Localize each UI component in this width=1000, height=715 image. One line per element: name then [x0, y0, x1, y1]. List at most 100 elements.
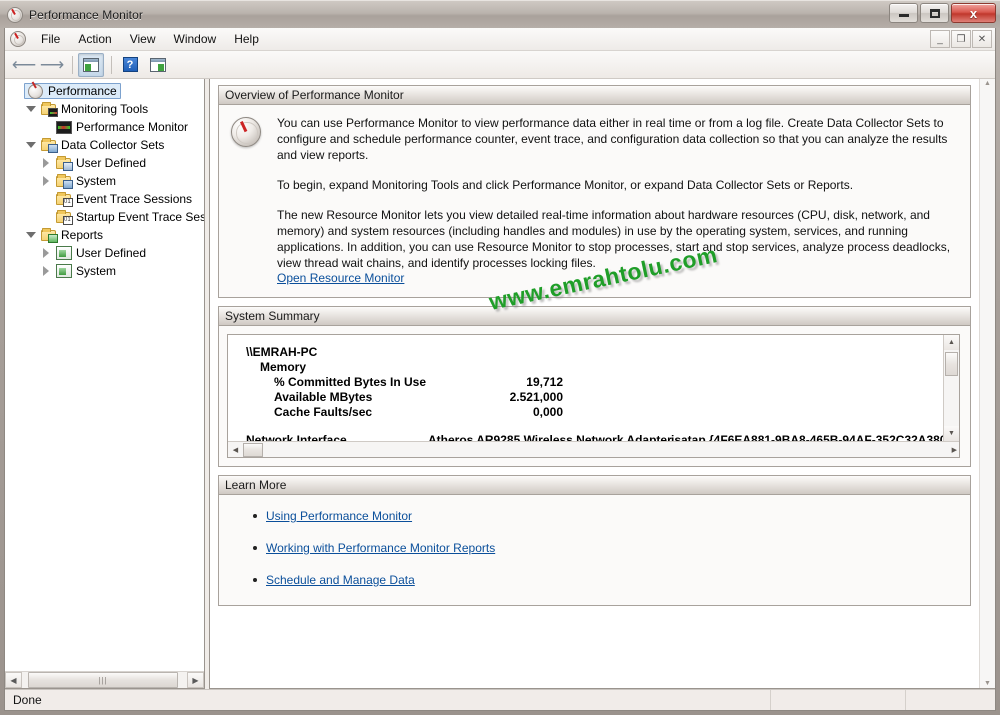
list-item: Using Performance Monitor: [231, 509, 958, 523]
minimize-button[interactable]: [889, 3, 918, 23]
tree-item-user-defined[interactable]: User Defined: [5, 244, 204, 262]
show-hide-console-tree-icon[interactable]: [78, 52, 104, 77]
summary-vertical-scrollbar[interactable]: ▲ ▼: [943, 335, 959, 441]
menu-file[interactable]: File: [32, 29, 69, 49]
tree-item-monitoring-tools[interactable]: Monitoring Tools: [5, 100, 204, 118]
summary-group-network: Network Interface Atheros AR9285 Wireles…: [246, 433, 943, 441]
title-bar: Performance Monitor x: [0, 0, 1000, 28]
summary-network-col2: isatap.{4F6EA881-9BA8-465B-94AF-352C32A3…: [671, 433, 943, 441]
tree-item-event-trace-sessions[interactable]: Event Trace Sessions: [5, 190, 204, 208]
summary-group-memory: Memory: [246, 360, 943, 375]
menu-view[interactable]: View: [121, 29, 165, 49]
content-vertical-scrollbar[interactable]: ▲ ▼: [979, 79, 995, 688]
schedule-and-manage-data-link[interactable]: Schedule and Manage Data: [266, 573, 415, 587]
summary-group-label: Memory: [260, 360, 307, 374]
show-hide-action-pane-icon[interactable]: [145, 53, 171, 77]
scroll-left-arrow-icon[interactable]: ◀: [228, 442, 243, 457]
tree-horizontal-scrollbar[interactable]: ◀ ||| ▶: [5, 671, 204, 688]
tree-item-data-collector-sets[interactable]: Data Collector Sets: [5, 136, 204, 154]
learn-more-header-label: Learn More: [225, 478, 287, 492]
menu-window[interactable]: Window: [165, 29, 226, 49]
menu-bar: File Action View Window Help _ ❐ ✕: [5, 28, 995, 51]
scroll-up-arrow-icon[interactable]: ▲: [984, 80, 991, 87]
forward-arrow-icon[interactable]: ⟶: [39, 53, 65, 77]
scroll-right-arrow-icon[interactable]: ▶: [187, 672, 204, 688]
overview-text: You can use Performance Monitor to view …: [277, 115, 958, 285]
summary-counter-value: 0,000: [532, 405, 563, 419]
overview-section-header: Overview of Performance Monitor: [218, 85, 971, 105]
menu-help[interactable]: Help: [225, 29, 268, 49]
overview-section: Overview of Performance Monitor You can …: [218, 85, 971, 315]
overview-section-body: You can use Performance Monitor to view …: [218, 105, 971, 315]
content-scroll-area: Overview of Performance Monitor You can …: [210, 79, 979, 688]
tree-item-performance-monitor[interactable]: Performance Monitor: [5, 118, 204, 136]
overview-paragraph-1: You can use Performance Monitor to view …: [277, 116, 948, 162]
toolbar-separator: [72, 55, 73, 74]
folder-blue-icon: [56, 174, 73, 189]
scroll-down-arrow-icon[interactable]: ▼: [944, 426, 959, 441]
tree-item-label: Startup Event Trace Ses: [76, 210, 204, 224]
summary-spacer: [246, 420, 943, 433]
tree-item-label: Monitoring Tools: [61, 102, 149, 116]
folder-user-icon: [56, 156, 73, 171]
help-icon[interactable]: ?: [117, 53, 143, 77]
client-area: File Action View Window Help _ ❐ ✕ ⟵ ⟶ ?: [4, 28, 996, 711]
open-resource-monitor-link[interactable]: Open Resource Monitor: [277, 271, 404, 285]
bullet-icon: [253, 514, 257, 518]
summary-hscroll-thumb[interactable]: [243, 442, 263, 457]
tree-item-performance[interactable]: Performance: [5, 81, 204, 100]
folder-chart-icon: [41, 102, 58, 117]
mdi-close-button[interactable]: ✕: [972, 30, 992, 48]
working-with-reports-link[interactable]: Working with Performance Monitor Reports: [266, 541, 495, 555]
system-summary-content: \\EMRAH-PC Memory % Committed Bytes In U…: [228, 335, 943, 441]
tree-expander[interactable]: [24, 232, 38, 238]
tree-hscroll-thumb[interactable]: |||: [28, 672, 178, 688]
using-performance-monitor-link[interactable]: Using Performance Monitor: [266, 509, 412, 523]
status-segment-2: [770, 690, 905, 710]
tree-item-user-defined[interactable]: User Defined: [5, 154, 204, 172]
learn-more-section-body: Using Performance Monitor Working with P…: [218, 495, 971, 606]
summary-counter-value: 19,712: [526, 375, 563, 389]
overview-header-label: Overview of Performance Monitor: [225, 88, 404, 102]
summary-horizontal-scrollbar[interactable]: ◀ ▶: [228, 441, 959, 457]
tree-item-system[interactable]: System: [5, 262, 204, 280]
toolbar: ⟵ ⟶ ?: [5, 51, 995, 79]
mdi-restore-button[interactable]: ❐: [951, 30, 971, 48]
scroll-up-arrow-icon[interactable]: ▲: [944, 335, 959, 350]
folder-log-icon: [56, 210, 73, 225]
tree-item-reports[interactable]: Reports: [5, 226, 204, 244]
summary-network-label: Network Interface: [246, 433, 347, 441]
tree-expander[interactable]: [39, 266, 53, 276]
summary-counter-name: Available MBytes: [274, 390, 373, 404]
mdi-minimize-button[interactable]: _: [930, 30, 950, 48]
summary-vscroll-thumb[interactable]: [945, 352, 958, 376]
performance-gauge-icon: [28, 81, 44, 99]
scroll-right-arrow-icon[interactable]: ▶: [952, 446, 957, 454]
tree-item-startup-event-trace-ses[interactable]: Startup Event Trace Ses: [5, 208, 204, 226]
tree-hscroll-track[interactable]: |||: [22, 672, 187, 688]
tree-expander[interactable]: [39, 176, 53, 186]
report-green-icon: [56, 264, 72, 278]
system-summary-section-header: System Summary: [218, 306, 971, 326]
learn-more-section: Learn More Using Performance Monitor Wor…: [218, 475, 971, 606]
tree-expander[interactable]: [24, 142, 38, 148]
scroll-down-arrow-icon[interactable]: ▼: [984, 680, 991, 687]
tree-item-system[interactable]: System: [5, 172, 204, 190]
tree-expander[interactable]: [39, 248, 53, 258]
back-arrow-icon[interactable]: ⟵: [11, 53, 37, 77]
tree-item-label: Data Collector Sets: [61, 138, 165, 152]
scroll-left-arrow-icon[interactable]: ◀: [5, 672, 22, 688]
close-button[interactable]: x: [951, 3, 996, 23]
menu-action[interactable]: Action: [69, 29, 120, 49]
mdi-window-controls: _ ❐ ✕: [930, 30, 992, 48]
tree-item-label: Performance Monitor: [76, 120, 189, 134]
maximize-button[interactable]: [920, 3, 949, 23]
status-text: Done: [13, 693, 42, 707]
tree-expander[interactable]: [39, 158, 53, 168]
console-tree-pane: Performance Monitoring Tools Performance M…: [5, 79, 205, 689]
bullet-icon: [253, 546, 257, 550]
tree-expander[interactable]: [24, 106, 38, 112]
perfmon-chart-icon: [56, 120, 72, 134]
overview-icon-wrap: [231, 115, 265, 147]
tree-item-label: System: [76, 174, 117, 188]
